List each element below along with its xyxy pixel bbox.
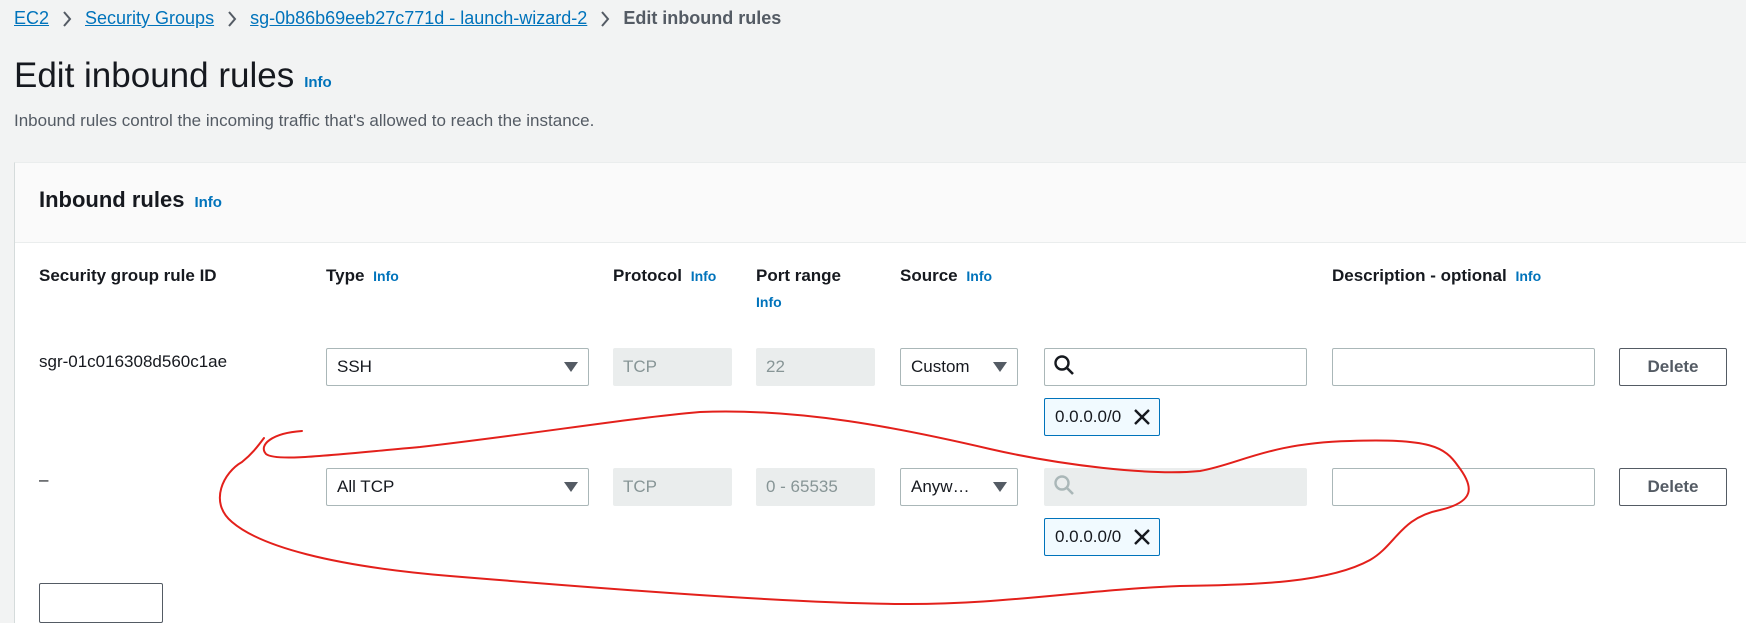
source-info-link[interactable]: Info — [966, 268, 992, 284]
column-header-type-label: Type — [326, 266, 365, 285]
source-token: 0.0.0.0/0 — [1044, 518, 1161, 556]
protocol-info-link[interactable]: Info — [691, 268, 717, 284]
caret-down-icon — [564, 362, 578, 372]
breadcrumb-ec2-link[interactable]: EC2 — [14, 8, 49, 29]
chevron-right-icon — [594, 10, 616, 27]
port-range-field: 22 — [756, 348, 875, 386]
port-range-field: 0 - 65535 — [756, 468, 875, 506]
source-search-input — [1044, 468, 1307, 506]
source-type-select[interactable]: Custom — [900, 348, 1018, 386]
type-select[interactable]: SSH — [326, 348, 589, 386]
type-select-value: All TCP — [337, 477, 395, 496]
panel-title: Inbound rules Info — [39, 187, 222, 213]
panel-title-text: Inbound rules — [39, 187, 185, 212]
port-range-info-link[interactable]: Info — [756, 294, 782, 310]
chevron-right-icon — [56, 10, 78, 27]
column-header-protocol: Protocol Info — [613, 266, 716, 286]
caret-down-icon — [993, 482, 1007, 492]
column-header-description: Description - optional Info — [1332, 266, 1541, 286]
page-description: Inbound rules control the incoming traff… — [14, 111, 595, 130]
page-title-text: Edit inbound rules — [14, 56, 295, 95]
breadcrumb-current: Edit inbound rules — [623, 8, 782, 28]
delete-button[interactable]: Delete — [1619, 468, 1727, 506]
chevron-right-icon — [221, 10, 243, 27]
page-title: Edit inbound rules Info — [14, 56, 332, 96]
close-icon[interactable] — [1133, 408, 1151, 426]
source-type-value: Anyw… — [911, 477, 970, 496]
type-select-value: SSH — [337, 357, 372, 376]
page-info-link[interactable]: Info — [304, 74, 332, 91]
source-type-value: Custom — [911, 357, 970, 376]
panel-header: Inbound rules Info — [15, 163, 1746, 243]
breadcrumb-security-groups-link[interactable]: Security Groups — [85, 8, 214, 29]
source-token: 0.0.0.0/0 — [1044, 398, 1161, 436]
column-header-description-label: Description - optional — [1332, 266, 1507, 285]
source-search-input[interactable] — [1044, 348, 1307, 386]
rule-id: sgr-01c016308d560c1ae — [39, 352, 228, 371]
add-rule-button[interactable] — [39, 583, 163, 623]
caret-down-icon — [993, 362, 1007, 372]
inbound-rules-panel: Inbound rules Info Security group rule I… — [14, 162, 1746, 623]
column-header-port-range: Port range — [756, 266, 842, 285]
search-icon — [1053, 354, 1075, 381]
column-header-protocol-label: Protocol — [613, 266, 682, 285]
source-type-select[interactable]: Anyw… — [900, 468, 1018, 506]
description-info-link[interactable]: Info — [1515, 268, 1541, 284]
type-select[interactable]: All TCP — [326, 468, 589, 506]
close-icon[interactable] — [1133, 528, 1151, 546]
description-input[interactable] — [1332, 468, 1595, 506]
protocol-field: TCP — [613, 348, 732, 386]
delete-button[interactable]: Delete — [1619, 348, 1727, 386]
source-token-label: 0.0.0.0/0 — [1055, 407, 1122, 426]
rule-id: – — [39, 470, 49, 489]
type-info-link[interactable]: Info — [373, 268, 399, 284]
description-input[interactable] — [1332, 348, 1595, 386]
panel-info-link[interactable]: Info — [194, 194, 222, 211]
caret-down-icon — [564, 482, 578, 492]
column-header-source: Source Info — [900, 266, 992, 286]
column-header-rule-id: Security group rule ID — [39, 266, 217, 285]
column-header-type: Type Info — [326, 266, 399, 286]
protocol-field: TCP — [613, 468, 732, 506]
source-token-label: 0.0.0.0/0 — [1055, 527, 1122, 546]
column-header-source-label: Source — [900, 266, 958, 285]
breadcrumb: EC2 Security Groups sg-0b86b69eeb27c771d… — [14, 8, 781, 29]
search-icon — [1053, 474, 1075, 501]
breadcrumb-security-group-link[interactable]: sg-0b86b69eeb27c771d - launch-wizard-2 — [250, 8, 587, 29]
